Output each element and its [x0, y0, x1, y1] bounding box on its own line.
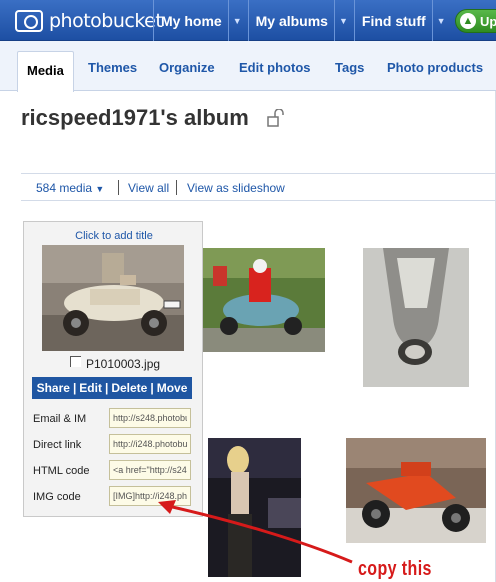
add-title-link[interactable]: Click to add title — [24, 230, 204, 242]
tab-organize[interactable]: Organize — [159, 60, 215, 75]
view-all-link[interactable]: View all — [128, 181, 169, 195]
page-title: ricspeed1971's album — [21, 105, 249, 130]
selected-photo-card: Click to add title P1010003.jpg Share | … — [23, 221, 203, 517]
chevron-down-icon[interactable]: ▼ — [431, 0, 446, 41]
photo-filename: P1010003.jpg — [86, 357, 161, 371]
nav-my-albums-label: My albums — [255, 12, 328, 29]
top-nav-bar: photobucket My home ▼ My albums ▼ Find s… — [0, 0, 496, 41]
nav-my-home-label: My home — [161, 12, 222, 29]
move-button[interactable]: Move — [157, 381, 188, 395]
slideshow-link[interactable]: View as slideshow — [187, 181, 285, 195]
copy-this-annotation: copy this — [358, 558, 432, 580]
scooter-part-photo[interactable] — [363, 248, 469, 387]
singer-photo[interactable] — [208, 438, 301, 577]
tab-photo-products[interactable]: Photo products — [387, 60, 483, 75]
select-checkbox[interactable] — [70, 356, 81, 367]
tab-themes[interactable]: Themes — [88, 60, 137, 75]
media-count-label: 584 media — [36, 181, 93, 195]
photobucket-logo[interactable]: photobucket — [15, 9, 163, 33]
nav-my-albums[interactable]: My albums ▼ — [247, 0, 354, 41]
nav-my-home[interactable]: My home ▼ — [153, 0, 248, 41]
upload-arrow-icon: ▲ — [460, 13, 476, 29]
divider — [176, 180, 177, 195]
direct-link-label: Direct link — [33, 439, 82, 451]
media-count-dropdown[interactable]: 584 media ▼ — [36, 181, 104, 195]
scooter-photo-thumbnail[interactable] — [42, 245, 184, 351]
direct-link-field[interactable] — [109, 434, 191, 454]
share-button[interactable]: Share — [37, 381, 70, 395]
edit-button[interactable]: Edit — [79, 381, 102, 395]
html-code-label: HTML code — [33, 465, 90, 477]
upload-label: Upl — [480, 13, 496, 29]
divider — [118, 180, 119, 195]
img-code-field[interactable] — [109, 486, 191, 506]
dropdown-arrow-icon: ▼ — [95, 184, 105, 194]
camera-logo-icon — [15, 10, 43, 32]
media-filter-bar: 584 media ▼ View all View as slideshow — [21, 173, 496, 201]
red-scooter-photo[interactable] — [346, 438, 486, 543]
upload-button[interactable]: ▲ Upl — [455, 9, 496, 33]
tab-edit-photos[interactable]: Edit photos — [239, 60, 311, 75]
chevron-down-icon[interactable]: ▼ — [227, 0, 242, 41]
html-code-field[interactable] — [109, 460, 191, 480]
img-code-label: IMG code — [33, 491, 81, 503]
tab-tags[interactable]: Tags — [335, 60, 364, 75]
sub-nav-bar: Media Themes Organize Edit photos Tags P… — [0, 41, 496, 92]
santa-scooter-photo[interactable] — [203, 248, 325, 352]
nav-find-stuff-label: Find stuff — [361, 12, 426, 29]
email-im-label: Email & IM — [33, 413, 87, 425]
nav-find-stuff[interactable]: Find stuff ▼ — [353, 0, 452, 41]
photo-action-bar: Share | Edit | Delete | Move — [32, 377, 192, 399]
logo-text: photobucket — [49, 10, 163, 32]
tab-media[interactable]: Media — [17, 51, 74, 92]
email-im-field[interactable] — [109, 408, 191, 428]
unlock-icon[interactable] — [267, 109, 285, 127]
chevron-down-icon[interactable]: ▼ — [333, 0, 348, 41]
delete-button[interactable]: Delete — [111, 381, 147, 395]
